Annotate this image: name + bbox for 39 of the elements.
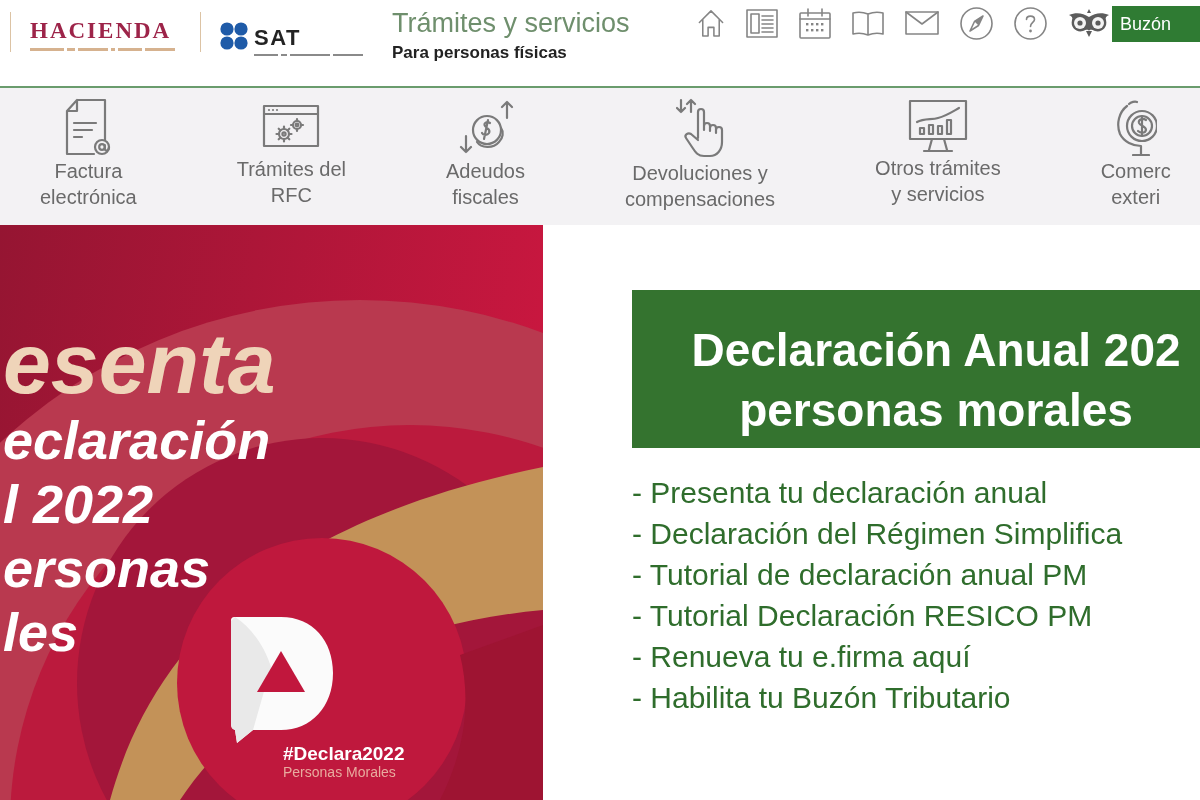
- quick-link[interactable]: - Declaración del Régimen Simplifica: [632, 513, 1123, 554]
- four-dots-logo-icon: [220, 22, 248, 50]
- announcement-heading: Declaración Anual 202 personas morales: [632, 290, 1200, 448]
- campaign-tagline: Personas Morales: [283, 764, 397, 780]
- mailbox-button[interactable]: Buzón: [1112, 6, 1200, 42]
- monitor-chart-icon: [907, 98, 968, 153]
- quick-link[interactable]: - Presenta tu declaración anual: [632, 472, 1048, 513]
- quick-link[interactable]: - Habilita tu Buzón Tributario: [632, 677, 1011, 718]
- banner-headline: ersonas: [2, 537, 212, 600]
- compass-icon[interactable]: [960, 6, 993, 40]
- help-icon[interactable]: [1014, 6, 1047, 40]
- page-subtitle: Para personas físicas: [392, 42, 568, 64]
- category-link[interactable]: Trámites del RFC: [236, 98, 346, 225]
- pointing-hand-icon: [676, 98, 725, 158]
- category-link[interactable]: Otros trámites y servicios: [875, 98, 1001, 225]
- document-at-sign-icon: [64, 98, 113, 156]
- mail-icon[interactable]: [905, 11, 939, 35]
- newspaper-icon[interactable]: [746, 7, 778, 39]
- agency-wordmark: SAT: [254, 27, 302, 49]
- category-link[interactable]: Factura electrónica: [40, 98, 137, 225]
- owl-icon[interactable]: [1068, 8, 1110, 38]
- banner-headline: l 2022: [2, 473, 155, 536]
- category-link[interactable]: Adeudos fiscales: [446, 98, 525, 225]
- calendar-icon[interactable]: [799, 7, 831, 39]
- quick-link[interactable]: - Tutorial Declaración RESICO PM: [632, 595, 1093, 636]
- home-icon[interactable]: [697, 8, 725, 38]
- category-link[interactable]: Devoluciones y compensaciones: [625, 98, 776, 225]
- banner-headline: les: [2, 601, 80, 664]
- open-book-icon[interactable]: [852, 10, 884, 36]
- banner-headline: eclaración: [2, 409, 272, 472]
- category-link[interactable]: Comerc exteri: [1100, 98, 1171, 225]
- agency-wordmark: HACIENDA: [30, 19, 173, 43]
- banner-headline: esenta: [2, 320, 277, 406]
- quick-link[interactable]: - Renueva tu e.firma aquí: [632, 636, 971, 677]
- speech-bubble-logo-icon: [231, 617, 333, 743]
- page-title: Trámites y servicios: [392, 7, 631, 39]
- campaign-hashtag: #Declara2022: [283, 743, 405, 764]
- globe-dollar-icon: [1114, 98, 1157, 156]
- quick-link[interactable]: - Tutorial de declaración anual PM: [632, 554, 1088, 595]
